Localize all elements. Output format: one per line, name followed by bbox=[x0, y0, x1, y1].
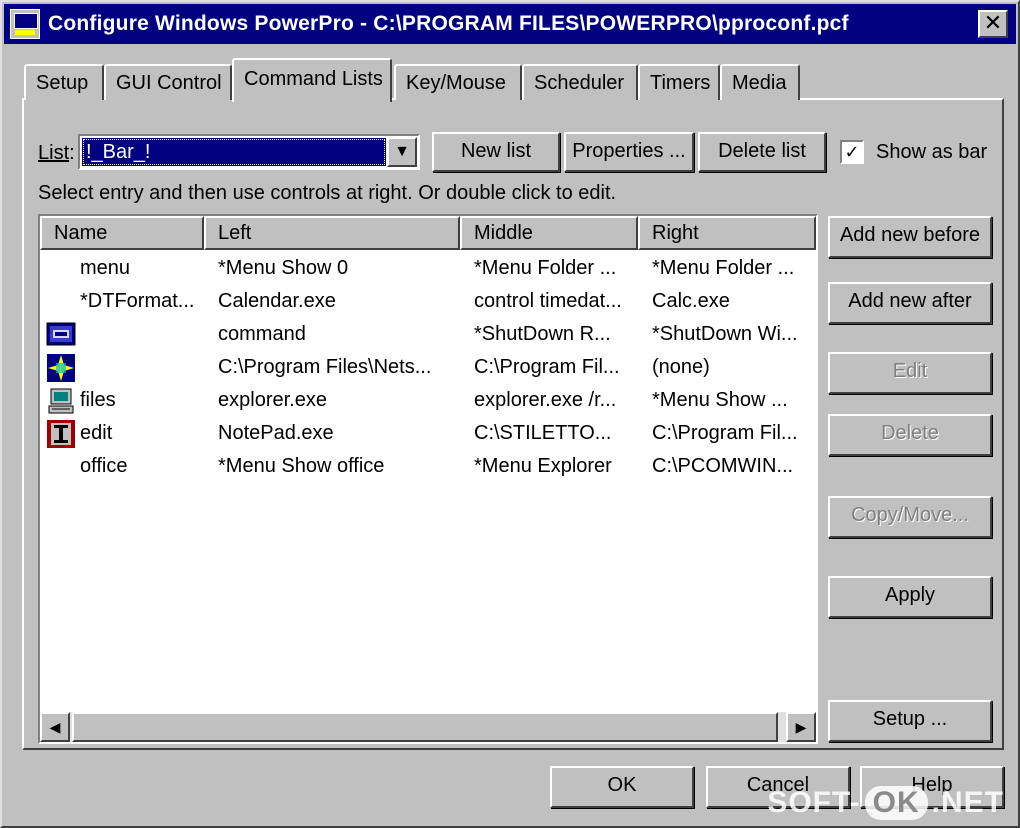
tab-key-mouse[interactable]: Key/Mouse bbox=[394, 64, 522, 100]
cell-middle: explorer.exe /r... bbox=[474, 389, 617, 411]
column-header-right[interactable]: Right bbox=[638, 216, 816, 250]
cell-left: *Menu Show 0 bbox=[218, 257, 349, 279]
tab-timers[interactable]: Timers bbox=[638, 64, 720, 100]
cell-left: explorer.exe bbox=[218, 389, 327, 411]
powerpro-config-window: Configure Windows PowerPro - C:\PROGRAM … bbox=[0, 0, 1020, 828]
cell-name bbox=[80, 351, 200, 384]
watermark-text-1: SOFT- bbox=[767, 786, 861, 819]
cell-right: C:\PCOMWIN... bbox=[652, 455, 794, 477]
text-editor-icon bbox=[47, 420, 75, 448]
cell-left: *Menu Show office bbox=[218, 455, 385, 477]
scrollbar-thumb[interactable] bbox=[72, 712, 778, 742]
cell-middle: *Menu Folder ... bbox=[474, 257, 617, 279]
cell-name bbox=[80, 318, 200, 351]
list-selected-value[interactable]: !_Bar_! bbox=[82, 138, 386, 166]
list-label-colon: : bbox=[69, 142, 75, 164]
window-title: Configure Windows PowerPro - C:\PROGRAM … bbox=[48, 12, 849, 35]
column-header-left[interactable]: Left bbox=[204, 216, 460, 250]
tab-command-lists[interactable]: Command Lists bbox=[232, 58, 392, 102]
delete-button[interactable]: Delete bbox=[828, 414, 992, 456]
list-label: List: bbox=[38, 142, 75, 165]
table-rows: menu *Menu Show 0 *Menu Folder ... *Menu… bbox=[40, 252, 816, 483]
column-header-middle[interactable]: Middle bbox=[460, 216, 638, 250]
show-as-bar-label: Show as bar bbox=[876, 140, 988, 163]
cell-right: (none) bbox=[652, 356, 710, 378]
setup-button[interactable]: Setup ... bbox=[828, 700, 992, 742]
cell-left: Calendar.exe bbox=[218, 290, 336, 312]
table-row[interactable]: command *ShutDown R... *ShutDown Wi... bbox=[40, 318, 816, 351]
cell-middle: *Menu Explorer bbox=[474, 455, 612, 477]
cell-right: *Menu Folder ... bbox=[652, 257, 795, 279]
command-list-table[interactable]: Name Left Middle Right menu *Menu Show 0… bbox=[38, 214, 818, 744]
properties-button[interactable]: Properties ... bbox=[564, 132, 694, 172]
cell-name: *DTFormat... bbox=[80, 290, 195, 312]
cell-left: NotePad.exe bbox=[218, 422, 334, 444]
cell-right: *Menu Show ... bbox=[652, 389, 788, 411]
close-button[interactable]: ✕ bbox=[978, 10, 1008, 38]
edit-button[interactable]: Edit bbox=[828, 352, 992, 394]
column-header-name[interactable]: Name bbox=[40, 216, 204, 250]
app-icon[interactable] bbox=[10, 9, 40, 39]
tab-scheduler[interactable]: Scheduler bbox=[522, 64, 638, 100]
ok-button[interactable]: OK bbox=[550, 766, 694, 808]
table-row[interactable]: menu *Menu Show 0 *Menu Folder ... *Menu… bbox=[40, 252, 816, 285]
watermark-text-3: .NET bbox=[931, 786, 1004, 819]
title-bar[interactable]: Configure Windows PowerPro - C:\PROGRAM … bbox=[4, 4, 1016, 44]
tab-media[interactable]: Media bbox=[720, 64, 800, 100]
table-row[interactable]: edit NotePad.exe C:\STILETTO... C:\Progr… bbox=[40, 417, 816, 450]
show-as-bar-toggle[interactable]: ✓ Show as bar bbox=[840, 140, 987, 164]
new-list-button[interactable]: New list bbox=[432, 132, 560, 172]
cell-left: command bbox=[218, 323, 306, 345]
netscape-icon bbox=[47, 354, 75, 382]
cell-right: Calc.exe bbox=[652, 290, 730, 312]
add-new-before-button[interactable]: Add new before bbox=[828, 216, 992, 258]
cell-middle: *ShutDown R... bbox=[474, 323, 611, 345]
horizontal-scrollbar[interactable]: ◀ ▶ bbox=[40, 712, 816, 742]
cell-name: office bbox=[80, 455, 128, 477]
cell-name: menu bbox=[80, 257, 131, 279]
cell-name: edit bbox=[80, 422, 113, 444]
watermark-text-2: OK bbox=[864, 786, 928, 820]
chevron-down-icon[interactable]: ▼ bbox=[387, 137, 417, 167]
cell-middle: C:\STILETTO... bbox=[474, 422, 612, 444]
cell-name: files bbox=[80, 389, 116, 411]
tab-gui-control[interactable]: GUI Control bbox=[104, 64, 232, 100]
table-row[interactable]: office *Menu Show office *Menu Explorer … bbox=[40, 450, 816, 483]
cell-middle: control timedat... bbox=[474, 290, 622, 312]
instruction-text: Select entry and then use controls at ri… bbox=[38, 182, 617, 204]
computer-icon bbox=[48, 388, 74, 414]
cell-right: C:\Program Fil... bbox=[652, 422, 798, 444]
cell-right: *ShutDown Wi... bbox=[652, 323, 798, 345]
watermark: SOFT- OK .NET bbox=[767, 786, 1004, 820]
scroll-right-icon[interactable]: ▶ bbox=[786, 712, 816, 742]
table-row[interactable]: *DTFormat... Calendar.exe control timeda… bbox=[40, 285, 816, 318]
table-header: Name Left Middle Right bbox=[40, 216, 816, 250]
scroll-left-icon[interactable]: ◀ bbox=[40, 712, 70, 742]
copy-move-button[interactable]: Copy/Move... bbox=[828, 496, 992, 538]
delete-list-button[interactable]: Delete list bbox=[698, 132, 826, 172]
command-icon bbox=[46, 322, 76, 346]
list-label-text: List bbox=[38, 142, 70, 164]
table-row[interactable]: files explorer.exe explorer.exe /r... *M… bbox=[40, 384, 816, 417]
show-as-bar-checkbox[interactable]: ✓ bbox=[840, 140, 864, 164]
apply-button[interactable]: Apply bbox=[828, 576, 992, 618]
cell-left: C:\Program Files\Nets... bbox=[218, 356, 432, 378]
add-new-after-button[interactable]: Add new after bbox=[828, 282, 992, 324]
cell-middle: C:\Program Fil... bbox=[474, 356, 620, 378]
list-combobox[interactable]: !_Bar_! ▼ bbox=[78, 134, 420, 170]
tab-setup[interactable]: Setup bbox=[24, 64, 104, 100]
table-row[interactable]: C:\Program Files\Nets... C:\Program Fil.… bbox=[40, 351, 816, 384]
